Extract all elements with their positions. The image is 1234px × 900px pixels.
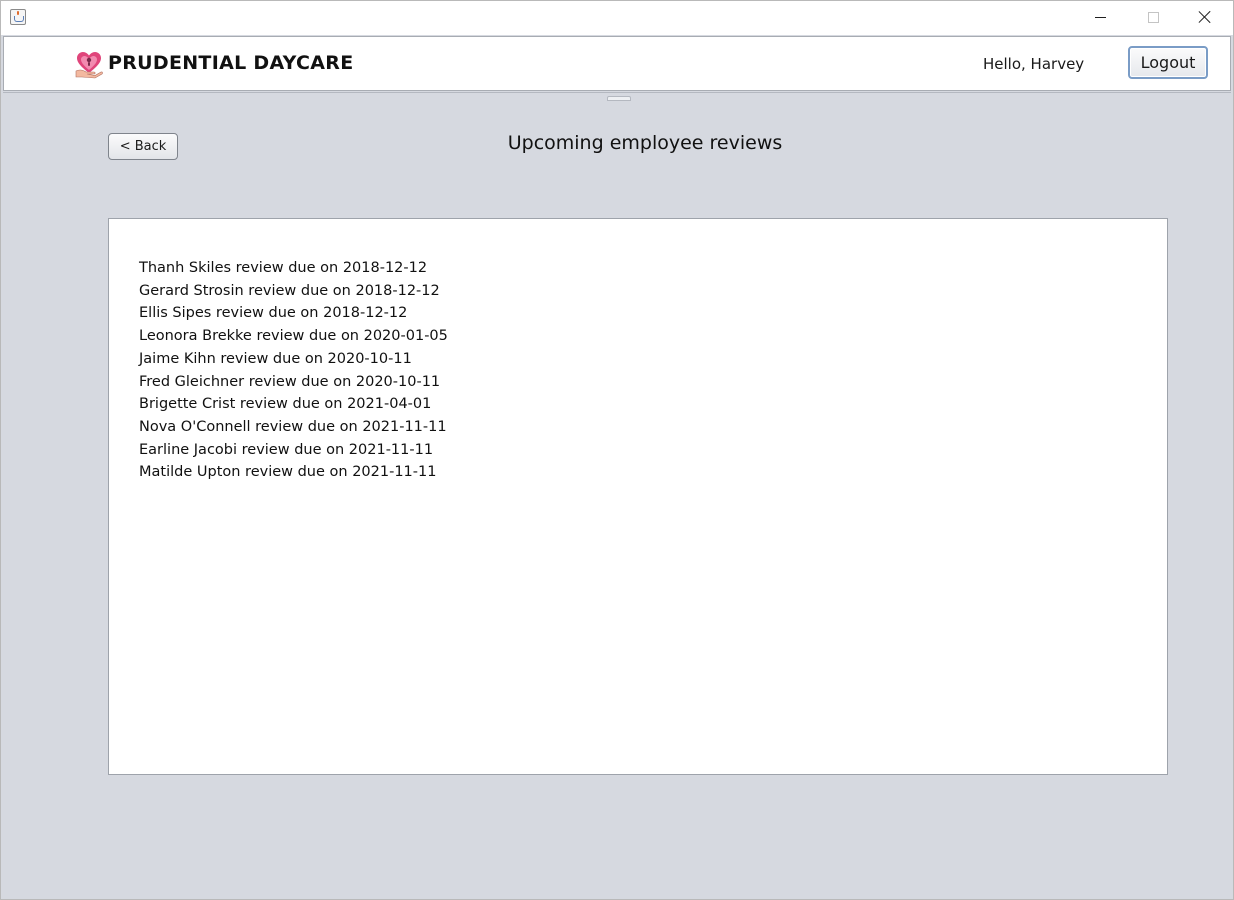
reviews-list: Thanh Skiles review due on 2018-12-12 Ge… xyxy=(139,257,448,484)
title-bar[interactable] xyxy=(1,1,1233,35)
brand-title: PRUDENTIAL DAYCARE xyxy=(108,52,354,74)
logout-button[interactable]: Logout xyxy=(1128,46,1208,79)
list-item: Nova O'Connell review due on 2021-11-11 xyxy=(139,418,447,435)
minimize-icon xyxy=(1095,17,1106,18)
java-cup-icon xyxy=(10,9,26,25)
list-item: Leonora Brekke review due on 2020-01-05 xyxy=(139,328,448,345)
heart-hand-logo-icon xyxy=(75,52,103,79)
list-item: Thanh Skiles review due on 2018-12-12 xyxy=(139,260,428,276)
maximize-icon xyxy=(1148,12,1159,23)
list-item: Fred Gleichner review due on 2020-10-11 xyxy=(139,373,441,390)
split-pane-divider[interactable] xyxy=(3,92,1231,102)
list-item: Ellis Sipes review due on 2018-12-12 xyxy=(139,305,408,322)
close-icon xyxy=(1198,10,1212,24)
list-item: Brigette Crist review due on 2021-04-01 xyxy=(139,396,432,413)
reviews-panel: Thanh Skiles review due on 2018-12-12 Ge… xyxy=(108,218,1168,775)
app-window: PRUDENTIAL DAYCARE Hello, Harvey Logout … xyxy=(0,0,1234,900)
list-item: Earline Jacobi review due on 2021-11-11 xyxy=(139,441,434,458)
list-item: Jaime Kihn review due on 2020-10-11 xyxy=(139,350,412,367)
page-title: Upcoming employee reviews xyxy=(507,132,783,154)
divider-grip-icon[interactable] xyxy=(607,96,631,101)
list-item: Gerard Strosin review due on 2018-12-12 xyxy=(139,282,440,299)
app-header: PRUDENTIAL DAYCARE Hello, Harvey Logout xyxy=(3,36,1231,91)
minimize-button[interactable] xyxy=(1075,1,1127,35)
user-greeting: Hello, Harvey xyxy=(983,55,1085,73)
list-item: Matilde Upton review due on 2021-11-11 xyxy=(139,464,437,481)
close-button[interactable] xyxy=(1179,1,1231,35)
maximize-button[interactable] xyxy=(1127,1,1179,35)
